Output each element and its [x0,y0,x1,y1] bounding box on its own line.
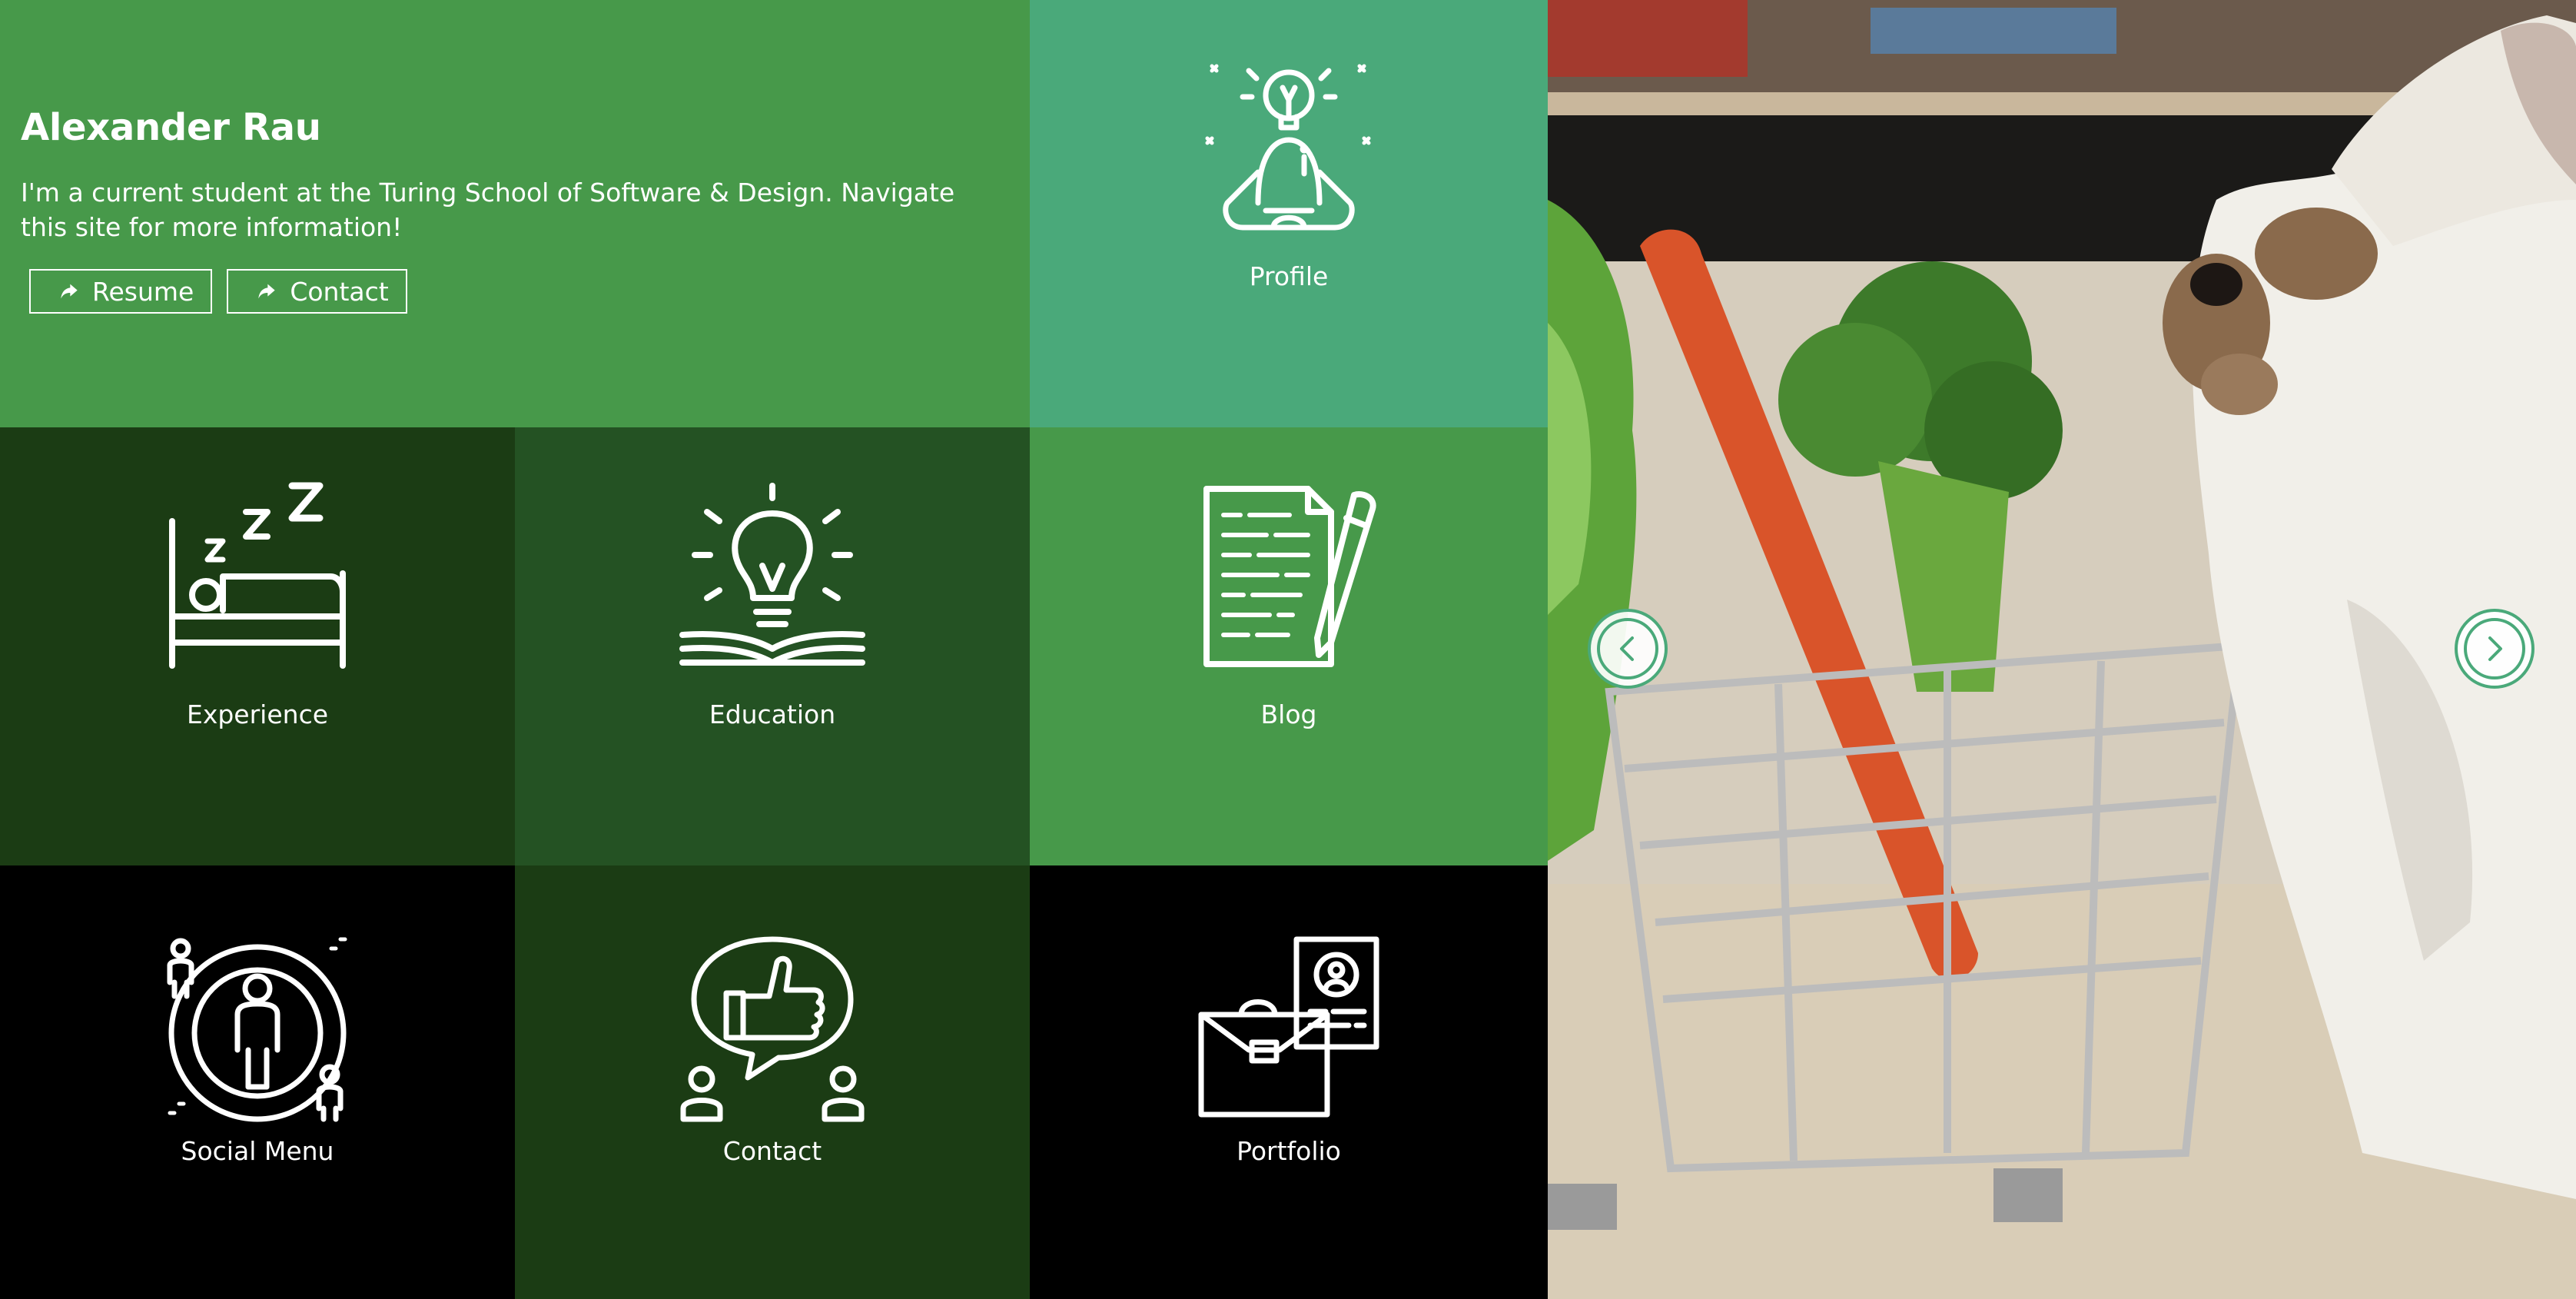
briefcase-id-card-icon [1198,936,1379,1118]
intro-text: I'm a current student at the Turing Scho… [21,178,955,242]
carousel-prev-button[interactable] [1588,609,1668,689]
tile-label: Contact [722,1136,822,1166]
sleeping-bed-icon [169,482,346,669]
lightbulb-book-icon [679,483,865,666]
tile-education[interactable]: Education [515,427,1030,865]
chevron-left-icon [1620,636,1634,661]
tile-portfolio[interactable]: Portfolio [1030,865,1548,1299]
hero-buttons: Resume Contact [29,269,407,314]
tile-blog[interactable]: Blog [1030,427,1548,865]
meditating-lightbulb-person-icon [1205,64,1371,231]
carousel-next-ring [2464,618,2525,679]
tile-label: Social Menu [181,1136,334,1166]
tile-profile[interactable]: Profile [1030,0,1548,427]
contact-button-label: Contact [290,276,389,307]
rabbit-with-shopping-cart-photo [1548,0,2576,1299]
thumbs-up-chat-icon [680,936,865,1122]
tile-social-menu[interactable]: Social Menu [0,865,515,1299]
document-pencil-icon [1203,486,1376,667]
tile-label: Portfolio [1237,1136,1341,1166]
tile-label: Blog [1260,699,1317,729]
tile-contact[interactable]: Contact [515,865,1030,1299]
carousel-next-button[interactable] [2455,609,2535,689]
page: Alexander Rau I'm a current student at t… [0,0,2576,1299]
carousel [1548,0,2576,1299]
share-arrow-icon [258,284,275,299]
people-network-icon [167,937,347,1122]
chevron-right-icon [2488,636,2502,661]
tile-experience[interactable]: Experience [0,427,515,865]
contact-button[interactable]: Contact [227,269,407,314]
tile-label: Experience [186,699,329,729]
tile-grid: Alexander Rau I'm a current student at t… [0,0,1548,1299]
tile-label: Education [709,699,836,729]
page-title: Alexander Rau [21,106,321,149]
tile-label: Profile [1249,261,1329,291]
resume-button[interactable]: Resume [29,269,213,314]
share-arrow-icon [61,284,78,299]
carousel-prev-ring [1597,618,1658,679]
hero-panel: Alexander Rau I'm a current student at t… [0,0,1030,427]
resume-button-label: Resume [92,276,194,307]
